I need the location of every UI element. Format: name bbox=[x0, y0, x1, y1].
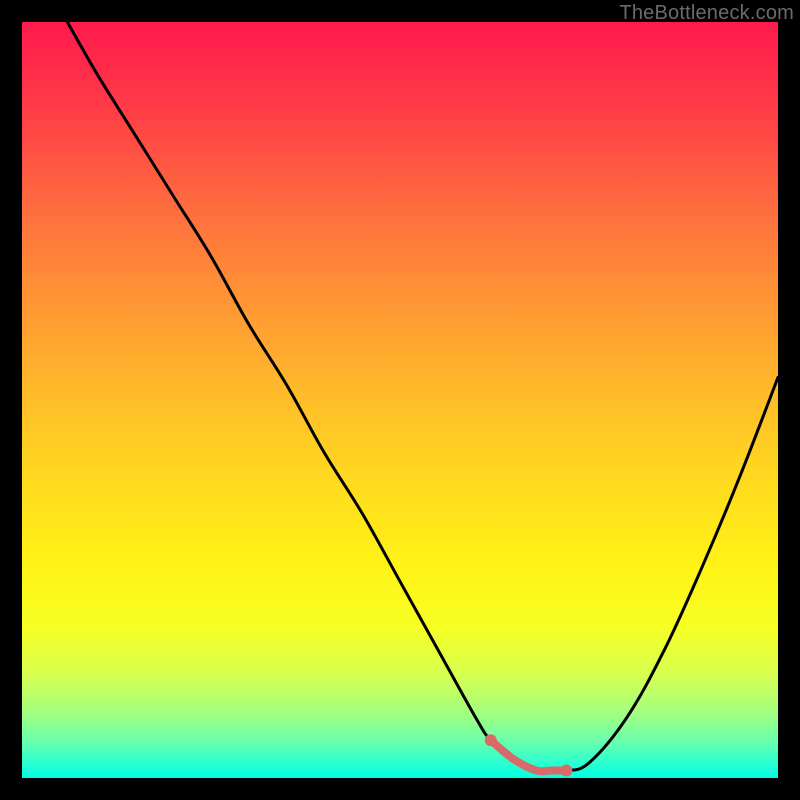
optimal-range-end-dot bbox=[560, 764, 572, 776]
plot-area bbox=[22, 22, 778, 778]
chart-frame: TheBottleneck.com bbox=[0, 0, 800, 800]
watermark-text: TheBottleneck.com bbox=[619, 2, 794, 25]
optimal-range-segment bbox=[491, 740, 567, 771]
optimal-range-start-dot bbox=[485, 734, 497, 746]
bottleneck-curve bbox=[67, 22, 778, 771]
chart-svg bbox=[22, 22, 778, 778]
